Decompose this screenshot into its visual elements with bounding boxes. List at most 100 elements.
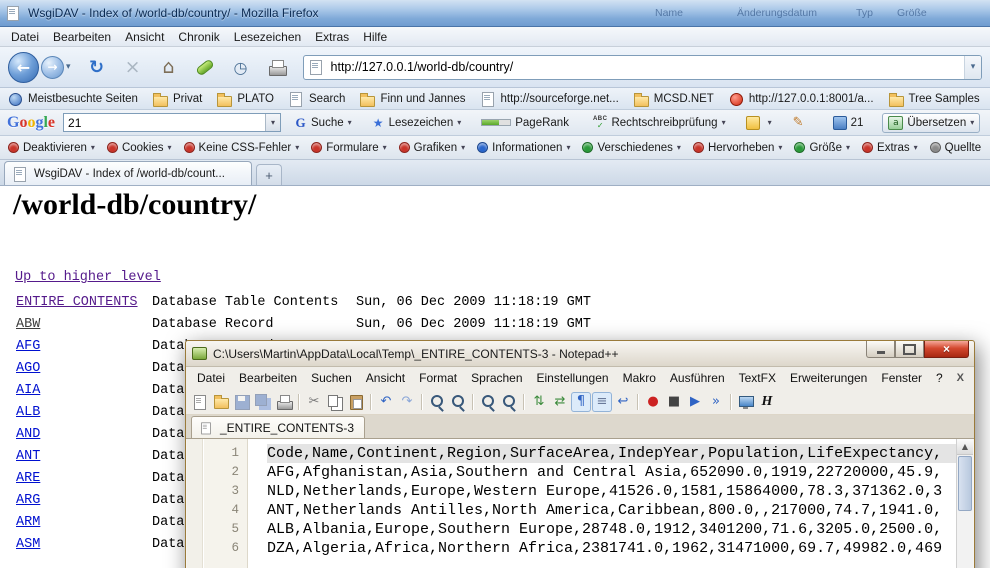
editor-area[interactable]: 1 Code,Name,Continent,Region,SurfaceArea… bbox=[187, 439, 973, 568]
print-icon[interactable] bbox=[274, 392, 294, 412]
bookmark-item[interactable]: MCSD.NET bbox=[634, 92, 714, 106]
menu-item[interactable]: Datei bbox=[4, 28, 46, 46]
webdev-menu-item[interactable]: Größe ▾ bbox=[794, 142, 850, 154]
menu-item[interactable]: Bearbeiten bbox=[46, 28, 118, 46]
sync-vertical-icon[interactable]: ⇅ bbox=[529, 392, 549, 412]
directory-entry-link[interactable]: ENTIRE CONTENTS bbox=[16, 292, 138, 314]
save-all-icon[interactable] bbox=[253, 392, 273, 412]
google-toolbar-button[interactable]: ▾ bbox=[741, 114, 777, 132]
notepad-menu-item[interactable]: Bearbeiten bbox=[232, 369, 304, 387]
forward-button[interactable]: → bbox=[41, 56, 64, 79]
notepad-menu-item[interactable]: Ausführen bbox=[663, 369, 732, 387]
back-button[interactable]: ← bbox=[8, 52, 39, 83]
separator[interactable] bbox=[523, 394, 525, 410]
show-symbols-icon[interactable]: ¶ bbox=[571, 392, 591, 412]
separator[interactable] bbox=[472, 394, 474, 410]
maximize-button[interactable] bbox=[895, 341, 924, 358]
url-bar[interactable]: http://127.0.0.1/world-db/country/ ▾ bbox=[303, 55, 982, 80]
webdev-menu-item[interactable]: Formulare ▾ bbox=[311, 142, 386, 154]
firefox-titlebar[interactable]: WsgiDAV - Index of /world-db/country/ - … bbox=[0, 0, 990, 27]
webdev-menu-item[interactable]: Quellte bbox=[930, 142, 985, 154]
google-toolbar-button[interactable]: Übersetzen ▾ bbox=[882, 113, 980, 133]
new-file-icon[interactable] bbox=[190, 392, 210, 412]
monitor-icon[interactable] bbox=[736, 392, 756, 412]
bookmark-item[interactable]: Finn und Jannes bbox=[360, 92, 465, 106]
up-to-higher-level-link[interactable]: Up to higher level bbox=[15, 270, 161, 285]
directory-entry-link[interactable]: ANT bbox=[16, 446, 40, 468]
directory-entry-link[interactable]: ARE bbox=[16, 468, 40, 490]
paste-icon[interactable] bbox=[346, 392, 366, 412]
url-dropdown-icon[interactable]: ▾ bbox=[964, 56, 981, 79]
word-wrap-icon[interactable]: ↩ bbox=[613, 392, 633, 412]
google-toolbar-button[interactable]: Rechtschreibprüfung ▾ bbox=[588, 114, 731, 132]
print-icon[interactable] bbox=[265, 55, 289, 79]
vertical-scrollbar[interactable]: ▲ bbox=[956, 439, 973, 568]
directory-entry-link[interactable]: AND bbox=[16, 424, 40, 446]
notepad-menu-item[interactable]: Ansicht bbox=[359, 369, 412, 387]
separator[interactable] bbox=[637, 394, 639, 410]
notepad-menu-item[interactable]: Sprachen bbox=[464, 369, 529, 387]
notepad-titlebar[interactable]: C:\Users\Martin\AppData\Local\Temp\_ENTI… bbox=[186, 341, 974, 367]
zoom-out-icon[interactable] bbox=[499, 392, 519, 412]
webdev-menu-item[interactable]: Hervorheben ▾ bbox=[693, 142, 783, 154]
macro-record-icon[interactable]: ● bbox=[643, 392, 663, 412]
notepad-file-tab[interactable]: _ENTIRE_CONTENTS-3 bbox=[191, 416, 365, 438]
menu-item[interactable]: Extras bbox=[308, 28, 356, 46]
notepad-menu-item[interactable]: ? bbox=[929, 369, 950, 387]
stop-icon[interactable]: × bbox=[121, 55, 145, 79]
notepad-menu-item[interactable]: Erweiterungen bbox=[783, 369, 874, 387]
google-toolbar-button[interactable] bbox=[787, 114, 818, 132]
save-icon[interactable] bbox=[232, 392, 252, 412]
menu-item[interactable]: Ansicht bbox=[118, 28, 171, 46]
cut-icon[interactable]: ✂ bbox=[304, 392, 324, 412]
indent-guide-icon[interactable]: ≡ bbox=[592, 392, 612, 412]
zoom-in-icon[interactable] bbox=[478, 392, 498, 412]
redo-icon[interactable]: ↷ bbox=[397, 392, 417, 412]
directory-entry-link[interactable]: AFG bbox=[16, 336, 40, 358]
google-toolbar-button[interactable]: PageRank bbox=[476, 115, 578, 131]
directory-entry-link[interactable]: AGO bbox=[16, 358, 40, 380]
notepad-menu-item[interactable]: Suchen bbox=[304, 369, 359, 387]
open-file-icon[interactable] bbox=[211, 392, 231, 412]
copy-icon[interactable] bbox=[325, 392, 345, 412]
directory-entry-link[interactable]: ASM bbox=[16, 534, 40, 556]
google-toolbar-button[interactable]: 21 bbox=[828, 114, 873, 132]
macro-run-multiple-icon[interactable]: » bbox=[706, 392, 726, 412]
sync-horizontal-icon[interactable]: ⇄ bbox=[550, 392, 570, 412]
google-search-box[interactable]: 21 ▾ bbox=[63, 113, 281, 132]
bookmark-item[interactable]: Privat bbox=[153, 92, 202, 106]
webdev-menu-item[interactable]: Extras ▾ bbox=[862, 142, 918, 154]
notepad-menu-item[interactable]: Makro bbox=[616, 369, 663, 387]
google-search-dropdown-icon[interactable]: ▾ bbox=[265, 114, 280, 131]
notepad-menu-item[interactable]: Format bbox=[412, 369, 464, 387]
separator[interactable] bbox=[730, 394, 732, 410]
scrollbar-thumb[interactable] bbox=[958, 456, 972, 511]
notepad-menu-item[interactable]: Fenster bbox=[874, 369, 929, 387]
directory-entry-link[interactable]: ARG bbox=[16, 490, 40, 512]
home-icon[interactable]: ⌂ bbox=[157, 55, 181, 79]
reload-icon[interactable]: ↻ bbox=[85, 55, 109, 79]
google-toolbar-button[interactable]: Suche ▾ bbox=[289, 114, 357, 132]
history-clock-icon[interactable]: ◷ bbox=[229, 55, 253, 79]
separator[interactable] bbox=[298, 394, 300, 410]
bookmark-item[interactable]: http://127.0.0.1:8001/a... bbox=[729, 92, 874, 106]
notepad-menu-item[interactable]: TextFX bbox=[732, 369, 783, 387]
menu-item[interactable]: Lesezeichen bbox=[227, 28, 308, 46]
webdev-menu-item[interactable]: Keine CSS-Fehler ▾ bbox=[184, 142, 300, 154]
directory-entry-link[interactable]: ALB bbox=[16, 402, 40, 424]
close-button[interactable]: × bbox=[924, 341, 969, 358]
macro-play-icon[interactable]: ▶ bbox=[685, 392, 705, 412]
macro-stop-icon[interactable]: ■ bbox=[664, 392, 684, 412]
menubar-close-icon[interactable]: X bbox=[957, 372, 964, 384]
separator[interactable] bbox=[370, 394, 372, 410]
bookmark-item[interactable]: http://sourceforge.net... bbox=[481, 92, 619, 106]
menu-item[interactable]: Chronik bbox=[171, 28, 226, 46]
webdev-menu-item[interactable]: Verschiedenes ▾ bbox=[582, 142, 680, 154]
sage-leaf-icon[interactable] bbox=[193, 55, 217, 79]
minimize-button[interactable] bbox=[866, 341, 895, 358]
bookmark-item[interactable]: PLATO bbox=[217, 92, 274, 106]
bookmark-item[interactable]: Search bbox=[289, 92, 345, 106]
webdev-menu-item[interactable]: Grafiken ▾ bbox=[399, 142, 465, 154]
tab-wsgidav[interactable]: WsgiDAV - Index of /world-db/count... bbox=[4, 161, 252, 185]
new-tab-button[interactable]: + bbox=[256, 164, 282, 185]
